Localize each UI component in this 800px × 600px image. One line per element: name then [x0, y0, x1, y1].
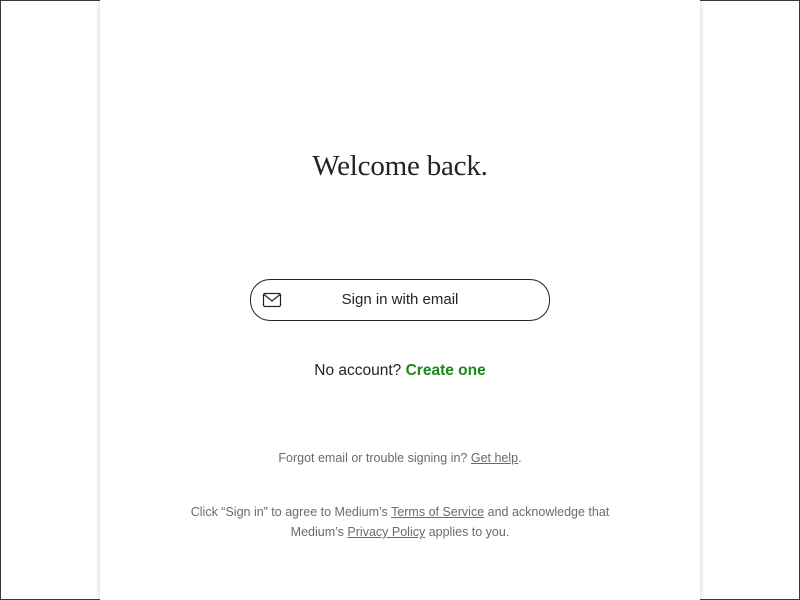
help-prompt: Forgot email or trouble signing in?	[278, 451, 468, 465]
legal-text-1: Click “Sign in” to agree to Medium’s	[190, 505, 388, 519]
legal-notice: Click “Sign in” to agree to Medium’s Ter…	[175, 502, 625, 542]
sign-in-with-email-label: Sign in with email	[341, 291, 459, 308]
terms-of-service-link[interactable]: Terms of Service	[391, 505, 484, 519]
sign-in-with-email-button[interactable]: Sign in with email	[250, 279, 550, 321]
legal-text-3: applies to you.	[428, 525, 510, 539]
help-text: Forgot email or trouble signing in? Get …	[100, 451, 700, 465]
signup-prompt: No account? Create one	[100, 362, 700, 380]
no-account-text: No account?	[314, 362, 402, 379]
create-account-link[interactable]: Create one	[406, 362, 486, 379]
get-help-link[interactable]: Get help	[471, 451, 518, 465]
modal-title: Welcome back.	[312, 150, 488, 182]
help-suffix: .	[518, 451, 522, 465]
privacy-policy-link[interactable]: Privacy Policy	[347, 525, 425, 539]
sign-in-modal: Welcome back. Sign in with email No acco…	[100, 0, 700, 600]
